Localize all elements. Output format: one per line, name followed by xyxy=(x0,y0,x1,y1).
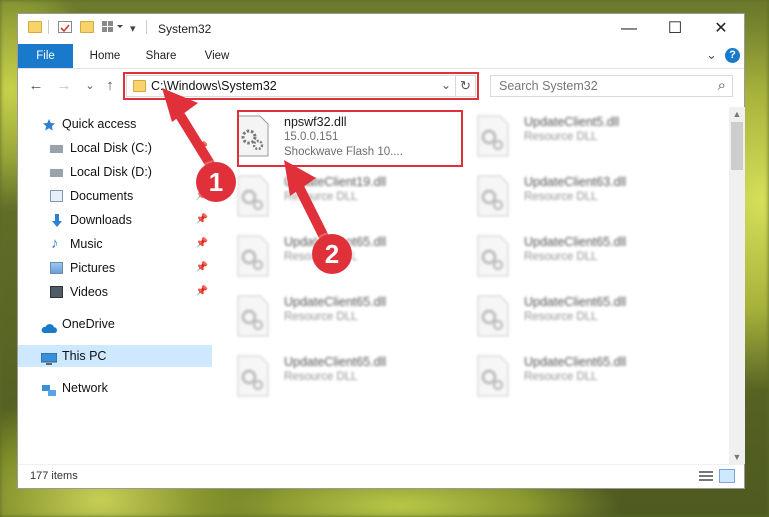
callout-badge-2: 2 xyxy=(312,234,352,274)
callout-badge-1: 1 xyxy=(196,162,236,202)
annotation-arrows xyxy=(162,88,333,250)
